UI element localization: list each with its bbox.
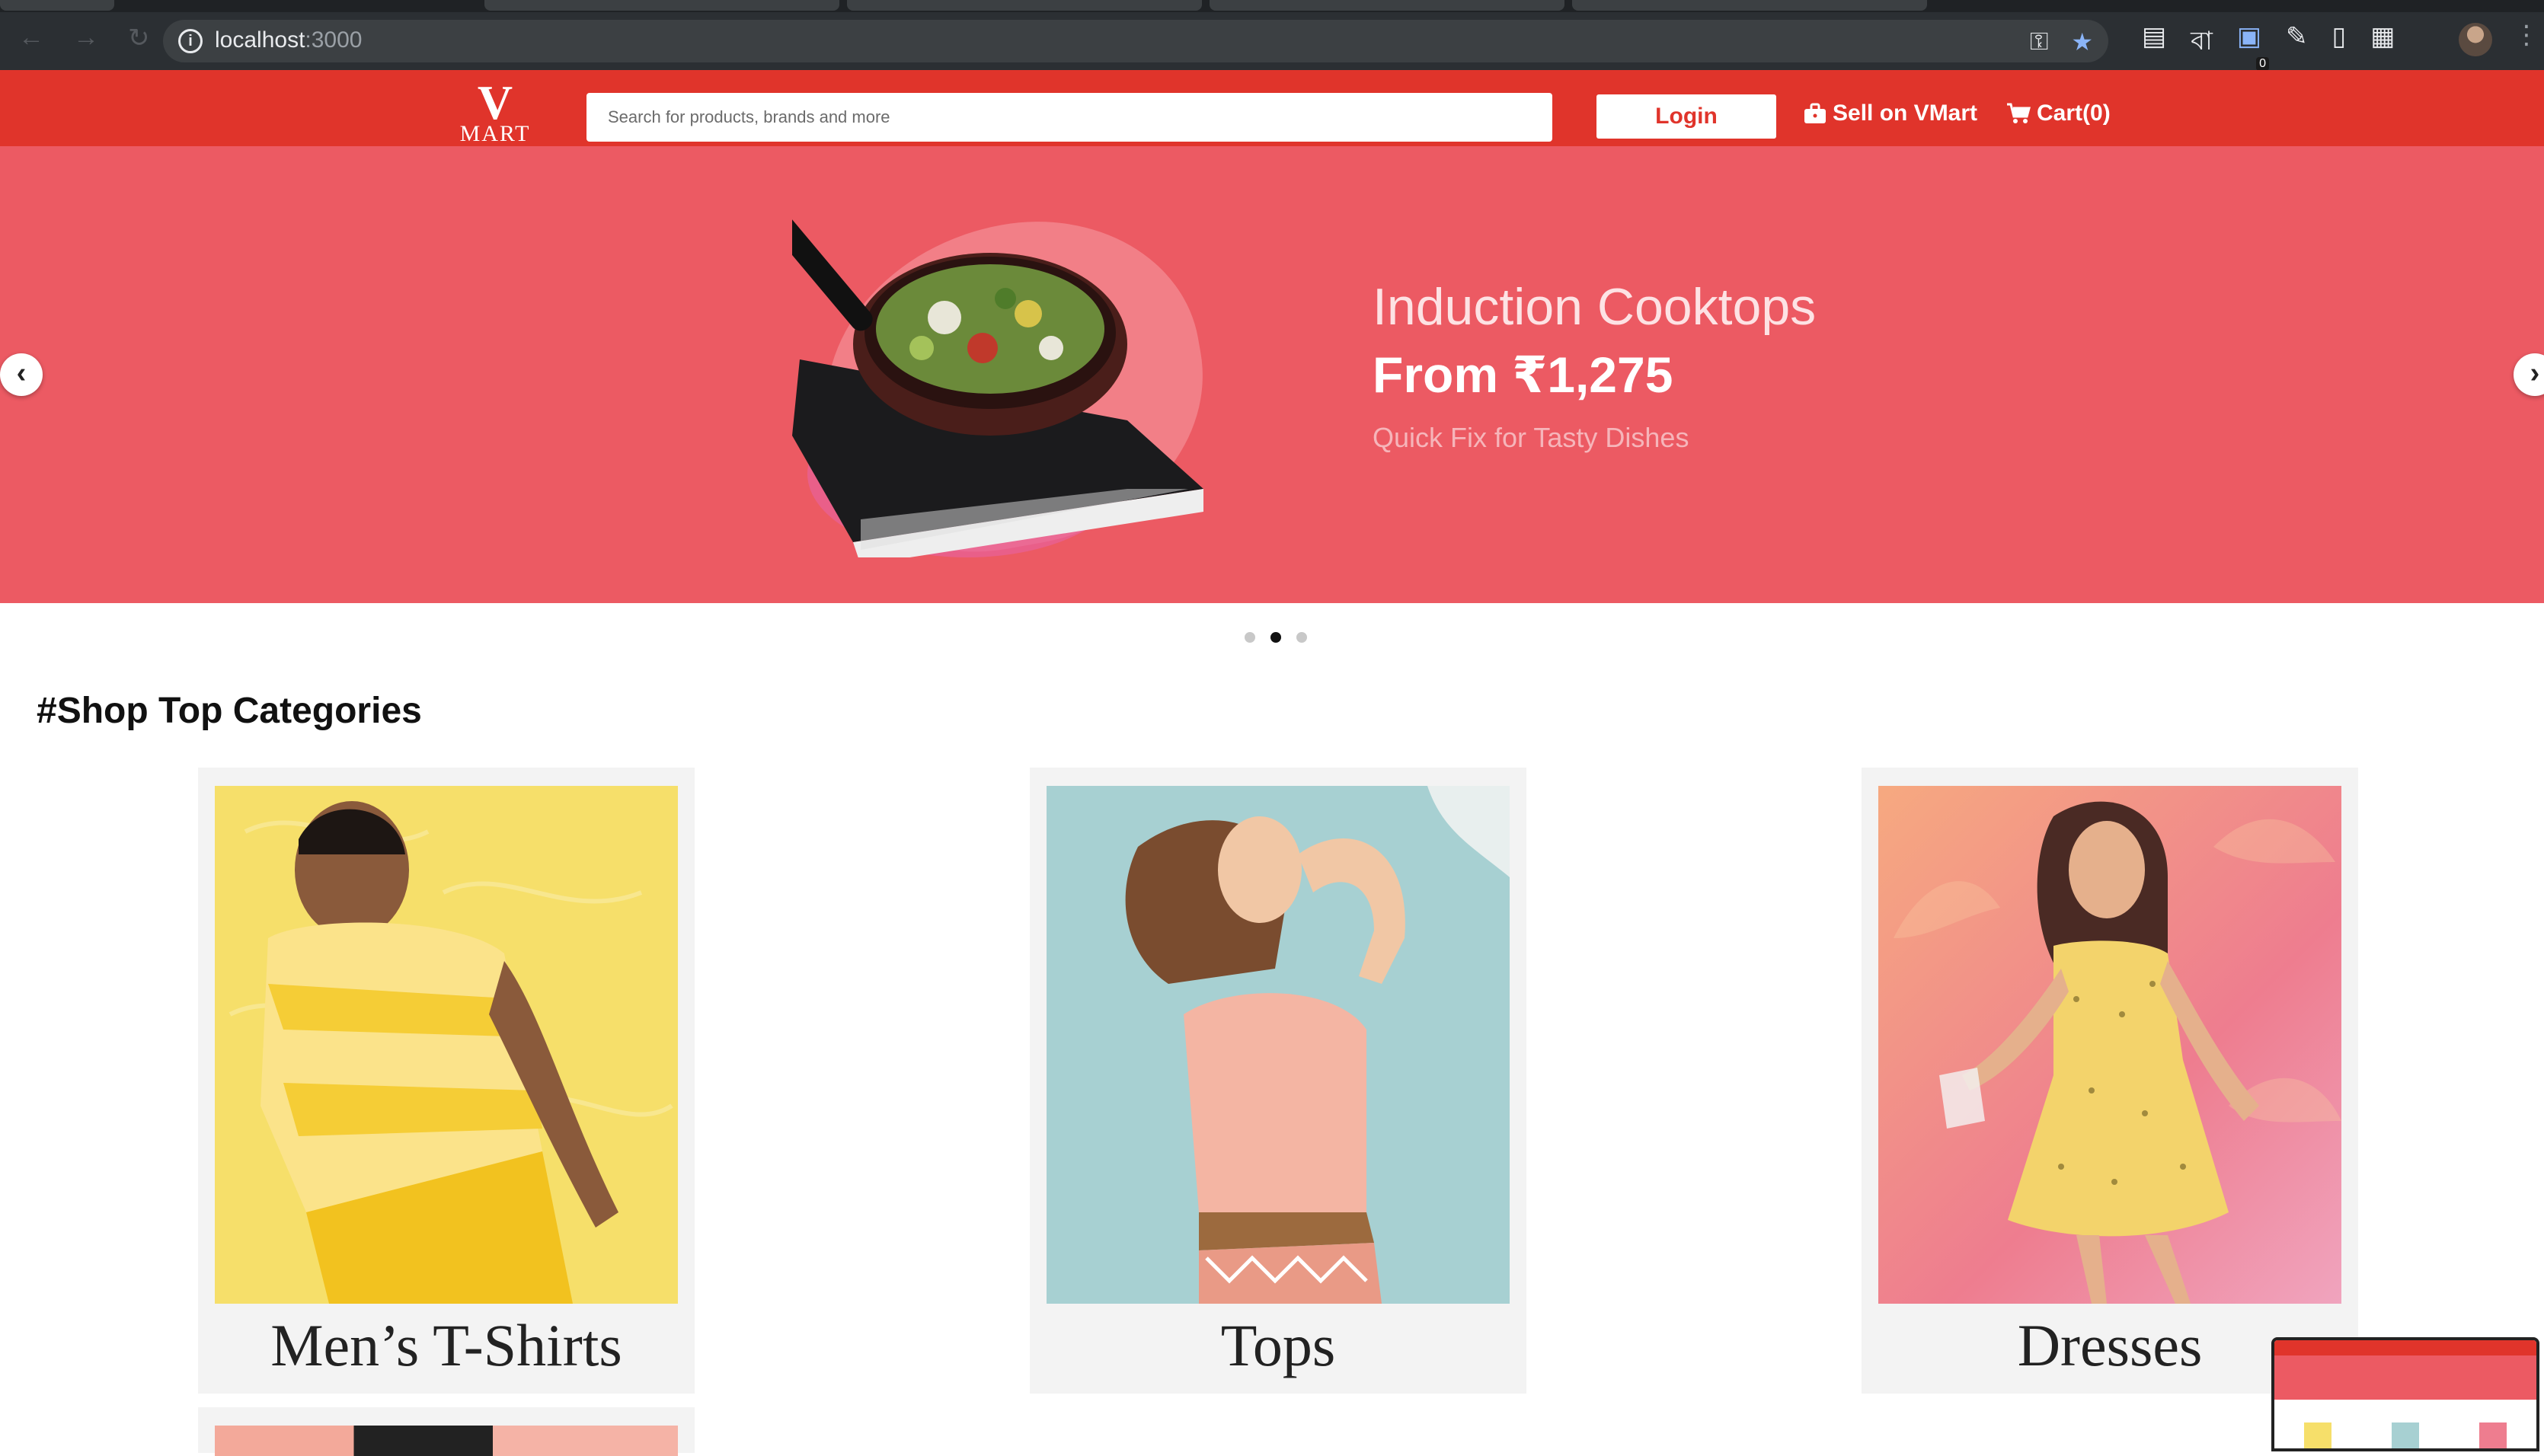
carousel-dot-active[interactable] (1270, 632, 1281, 643)
cart-link[interactable]: Cart(0) (2006, 101, 2111, 126)
preview-card (2391, 1422, 2419, 1448)
screen-preview-thumbnail[interactable] (2271, 1337, 2539, 1451)
login-button[interactable]: Login (1596, 94, 1776, 139)
preview-header (2274, 1340, 2536, 1355)
forward-icon[interactable]: → (73, 23, 99, 53)
category-card-mens-tshirts[interactable]: Men’s T-Shirts (198, 768, 695, 1394)
category-image (215, 786, 678, 1304)
category-card-tops[interactable]: Tops (1030, 768, 1526, 1394)
search-input[interactable] (586, 93, 1552, 142)
category-image (1878, 786, 2341, 1304)
back-icon[interactable]: ← (18, 23, 44, 53)
browser-tab[interactable] (1572, 0, 1927, 11)
browser-chrome: ← → ↻ i localhost:3000 ⚿ ★ ▤ বা ▣ 0 ✎ ▯ ▦… (0, 0, 2544, 71)
preview-card (2478, 1422, 2507, 1448)
category-card-dresses[interactable]: Dresses (1862, 768, 2358, 1394)
extension-icon[interactable]: ▦ (2370, 21, 2395, 65)
browser-tab[interactable] (847, 0, 1202, 11)
browser-tab[interactable] (484, 0, 839, 11)
cart-label: Cart(0) (2037, 101, 2111, 126)
cart-icon (2007, 103, 2031, 123)
extension-icon[interactable]: বা (2191, 21, 2213, 65)
key-icon[interactable]: ⚿ (2030, 27, 2048, 56)
preview-card (2304, 1422, 2332, 1448)
reload-icon[interactable]: ↻ (128, 23, 150, 53)
site-header: V MART Login Sell on VMart Cart(0) (0, 70, 2544, 146)
tab-strip (0, 0, 2544, 12)
banner-price: From ₹1,275 (1373, 346, 1673, 403)
carousel-dot[interactable] (1296, 632, 1307, 643)
vmart-logo[interactable]: V MART (449, 75, 541, 146)
category-image (215, 1426, 678, 1456)
logo-text: MART (459, 121, 531, 146)
nav-buttons: ← → ↻ (18, 23, 150, 53)
briefcase-icon (1804, 103, 1826, 123)
extensions-bar: ▤ বা ▣ 0 ✎ ▯ ▦ (2142, 21, 2395, 71)
banner-subtitle: Quick Fix for Tasty Dishes (1373, 422, 1689, 453)
category-card-partial[interactable] (198, 1407, 695, 1456)
url-host: localhost (215, 27, 305, 53)
address-bar-actions: ⚿ ★ (2030, 27, 2093, 56)
chrome-menu-icon[interactable]: ⋮ (2514, 20, 2539, 50)
extension-icon[interactable]: ▤ (2142, 21, 2166, 65)
category-image (1047, 786, 1510, 1304)
site-info-icon[interactable]: i (178, 29, 203, 53)
extension-icon[interactable]: ▯ (2332, 21, 2347, 65)
carousel-dot[interactable] (1245, 632, 1255, 643)
browser-tab[interactable] (0, 0, 114, 11)
eyedropper-icon[interactable]: ✎ (2286, 21, 2308, 65)
preview-cards (2274, 1400, 2536, 1448)
carousel-dots (1245, 632, 1307, 643)
sell-label: Sell on VMart (1833, 101, 1978, 126)
hero-carousel[interactable]: Induction Cooktops From ₹1,275 Quick Fix… (0, 146, 2544, 603)
extension-icon[interactable]: ▣ 0 (2237, 21, 2270, 71)
logo-letter: V (477, 75, 513, 129)
induction-cooktop-image (792, 208, 1203, 557)
sell-link[interactable]: Sell on VMart (1804, 101, 1977, 126)
category-label: Men’s T-Shirts (270, 1312, 622, 1378)
banner-title: Induction Cooktops (1373, 278, 1817, 336)
profile-avatar[interactable] (2459, 23, 2492, 56)
preview-banner (2274, 1355, 2536, 1400)
address-bar[interactable]: i localhost:3000 ⚿ ★ (163, 20, 2108, 62)
bookmark-star-icon[interactable]: ★ (2071, 27, 2093, 56)
carousel-prev-button[interactable]: ‹ (0, 353, 43, 396)
extension-badge: 0 (2256, 57, 2270, 71)
url-text[interactable]: localhost:3000 (215, 27, 362, 53)
category-label: Tops (1220, 1312, 1336, 1378)
section-title: #Shop Top Categories (37, 691, 422, 731)
url-port: :3000 (305, 27, 363, 53)
browser-tab[interactable] (1210, 0, 1564, 11)
